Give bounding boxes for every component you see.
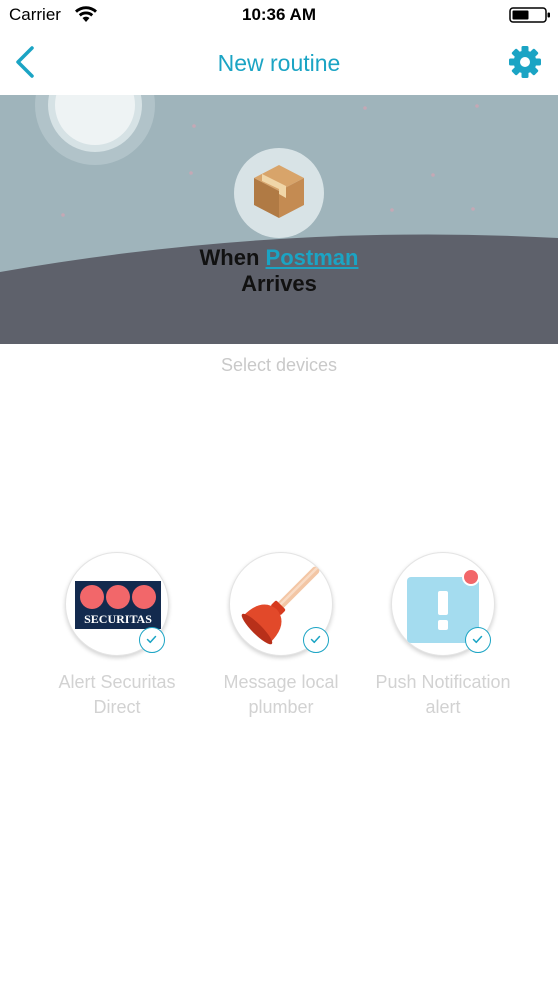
screen: Carrier 10:36 AM New routine When Postma… bbox=[0, 0, 558, 993]
navigation-bar: New routine bbox=[0, 32, 558, 94]
routine-title-prefix: When bbox=[199, 245, 260, 270]
settings-button[interactable] bbox=[503, 42, 547, 82]
battery-icon bbox=[509, 7, 550, 23]
routine-title-suffix: Arrives bbox=[241, 271, 317, 296]
page-title: New routine bbox=[217, 50, 341, 76]
selected-check-badge bbox=[303, 627, 329, 653]
device-message-plumber[interactable]: Message local plumber bbox=[196, 552, 366, 732]
device-label: Alert Securitas Direct bbox=[32, 670, 202, 720]
securitas-logo-text: SECURITAS bbox=[84, 612, 152, 626]
device-label-line-1: Push Notification bbox=[375, 672, 511, 692]
device-label-line-1: Alert Securitas bbox=[58, 672, 176, 692]
checkmark-icon bbox=[310, 635, 321, 644]
checkmark-icon bbox=[472, 635, 483, 644]
night-landscape-illustration bbox=[0, 95, 558, 344]
status-bar: Carrier 10:36 AM bbox=[0, 0, 558, 32]
device-label: Message local plumber bbox=[196, 670, 366, 720]
section-label: Select devices bbox=[220, 355, 338, 375]
checkmark-icon bbox=[146, 635, 157, 644]
device-label-line-2: alert bbox=[425, 697, 461, 717]
clock: 10:36 AM bbox=[241, 5, 316, 24]
gear-icon bbox=[509, 46, 541, 78]
selected-check-badge bbox=[139, 627, 165, 653]
device-alert-securitas[interactable]: SECURITAS Alert Securitas Direct bbox=[32, 552, 202, 732]
securitas-logo: SECURITAS bbox=[75, 581, 161, 629]
device-label-line-2: Direct bbox=[93, 697, 141, 717]
device-label: Push Notification alert bbox=[358, 670, 528, 720]
trigger-link[interactable]: Postman bbox=[266, 245, 359, 270]
routine-hero: When Postman Arrives bbox=[0, 95, 558, 344]
device-push-notification[interactable]: Push Notification alert bbox=[358, 552, 528, 732]
device-label-line-2: plumber bbox=[248, 697, 314, 717]
selected-check-badge bbox=[465, 627, 491, 653]
routine-title: When Postman Arrives bbox=[0, 245, 558, 297]
device-label-line-1: Message local bbox=[223, 672, 339, 692]
